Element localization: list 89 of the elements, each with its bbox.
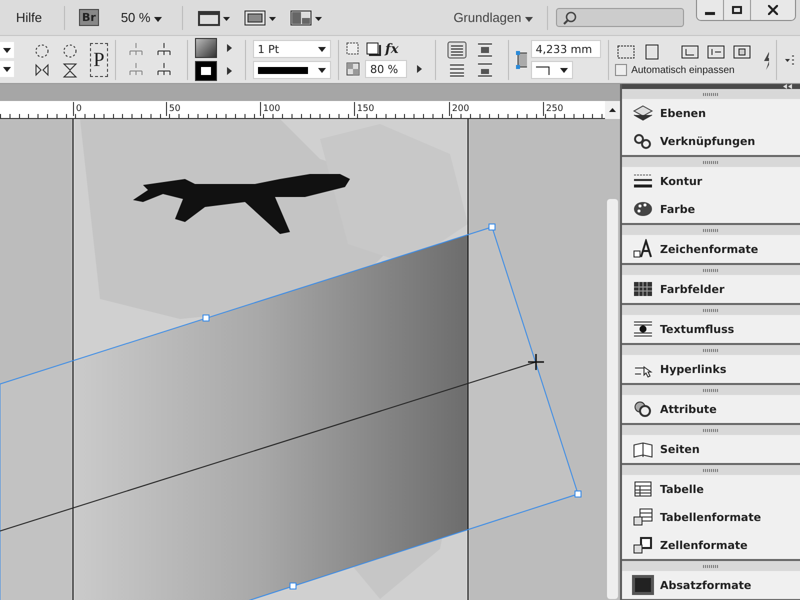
offset-field[interactable]: 4,233 mm [530, 40, 601, 58]
panel-item[interactable]: Tabelle [622, 475, 800, 503]
corner-shape-icon [536, 66, 550, 74]
letter-a-icon [632, 239, 654, 259]
search-icon [563, 10, 577, 24]
opacity-field[interactable]: 80 % [365, 60, 408, 78]
fit-frame-icon[interactable] [615, 43, 638, 61]
bridge-button[interactable]: Br [79, 9, 99, 26]
workspace-dropdown[interactable]: Grundlagen [453, 10, 533, 25]
search-field[interactable] [556, 8, 684, 27]
maximize-button[interactable] [724, 0, 751, 20]
ruler-label: 50 [166, 102, 180, 116]
ruler-label: 0 [73, 102, 82, 116]
minimize-button[interactable] [697, 0, 724, 20]
grid-icon [632, 279, 654, 299]
airplane-icon [133, 174, 350, 234]
corner-shape-dropdown[interactable] [530, 61, 573, 79]
maximize-icon [732, 6, 742, 14]
table-styles-icon [632, 507, 654, 527]
grip-icon[interactable] [703, 564, 719, 568]
shadow-icon[interactable] [365, 41, 382, 57]
arrow-right-icon[interactable] [227, 44, 232, 52]
scroll-up-button[interactable] [605, 101, 620, 119]
menu-icon[interactable] [784, 52, 794, 66]
flip-icon[interactable] [60, 60, 80, 78]
caret-icon [3, 66, 11, 72]
vertical-scrollbar[interactable] [605, 119, 620, 600]
selection-frame[interactable] [0, 224, 582, 600]
ruler-label: 250 [543, 102, 564, 116]
ruler-label: 100 [260, 102, 280, 116]
minimize-icon [705, 12, 715, 14]
stroke-swatch[interactable] [195, 61, 218, 81]
ruler-label: 200 [449, 102, 470, 116]
opacity-icon[interactable] [345, 61, 362, 77]
ruler-label: 150 [354, 102, 374, 116]
dropdown-button[interactable] [0, 42, 14, 58]
align-lines-icon[interactable] [446, 40, 467, 58]
drop-shadow-icon[interactable] [345, 41, 362, 57]
grip-icon[interactable] [703, 388, 719, 392]
checkbox-label: Automatisch einpassen [631, 64, 735, 76]
panel-item[interactable]: Farbe [622, 195, 800, 223]
fit-content-icon[interactable] [679, 43, 702, 61]
view-options-icon[interactable] [197, 8, 232, 26]
close-button[interactable] [751, 0, 795, 20]
arrow-right-icon[interactable] [227, 67, 232, 75]
grip-icon[interactable] [703, 268, 719, 272]
checkbox[interactable] [615, 64, 628, 76]
panel-item[interactable]: Ebenen [622, 99, 800, 127]
cell-styles-icon [632, 535, 654, 555]
arrow-right-icon[interactable] [417, 65, 422, 73]
stroke-weight-field[interactable]: 1 Pt [252, 40, 331, 58]
effects-button[interactable]: fx [385, 42, 398, 56]
circles-icon [632, 399, 654, 419]
panel-item[interactable]: Kontur [622, 167, 800, 195]
panel-item[interactable]: Zellenformate [622, 531, 800, 559]
grip-icon[interactable] [703, 92, 719, 96]
dropdown-button[interactable] [0, 61, 14, 77]
caret-icon [560, 68, 568, 72]
fill-swatch[interactable] [195, 38, 218, 58]
caret-icon [3, 48, 11, 52]
reference-point-button[interactable]: P [90, 42, 108, 76]
caret-icon [154, 17, 162, 22]
grip-icon[interactable] [703, 348, 719, 352]
grip-icon[interactable] [703, 468, 719, 472]
caret-icon [525, 17, 533, 22]
arrange-documents-icon[interactable] [289, 8, 324, 26]
text-wrap-icon [632, 319, 654, 339]
panel-item[interactable]: Tabellenformate [622, 503, 800, 531]
table-icon [632, 479, 654, 499]
panel-item[interactable]: Verknüpfungen [622, 127, 800, 155]
screen-mode-icon[interactable] [243, 8, 278, 26]
caret-icon [318, 68, 326, 72]
layers-icon [632, 103, 654, 123]
crosshair-cursor-icon [527, 353, 545, 371]
grip-icon[interactable] [703, 160, 719, 164]
grip-icon[interactable] [703, 308, 719, 312]
grip-icon[interactable] [703, 428, 719, 432]
arrow-up-icon [609, 108, 616, 112]
chain-link-icon [632, 131, 654, 151]
grip-icon[interactable] [703, 228, 719, 232]
caret-icon [318, 46, 326, 52]
close-icon [768, 5, 778, 15]
zoom-dropdown[interactable]: 50 % [120, 10, 162, 25]
corner-icon[interactable] [515, 50, 527, 70]
menu-item[interactable]: Hilfe [14, 10, 56, 25]
palette-icon [632, 199, 654, 219]
stroke-type-dropdown[interactable] [252, 61, 331, 79]
fit-content-icon[interactable] [705, 43, 728, 61]
center-content-icon[interactable] [731, 43, 754, 61]
